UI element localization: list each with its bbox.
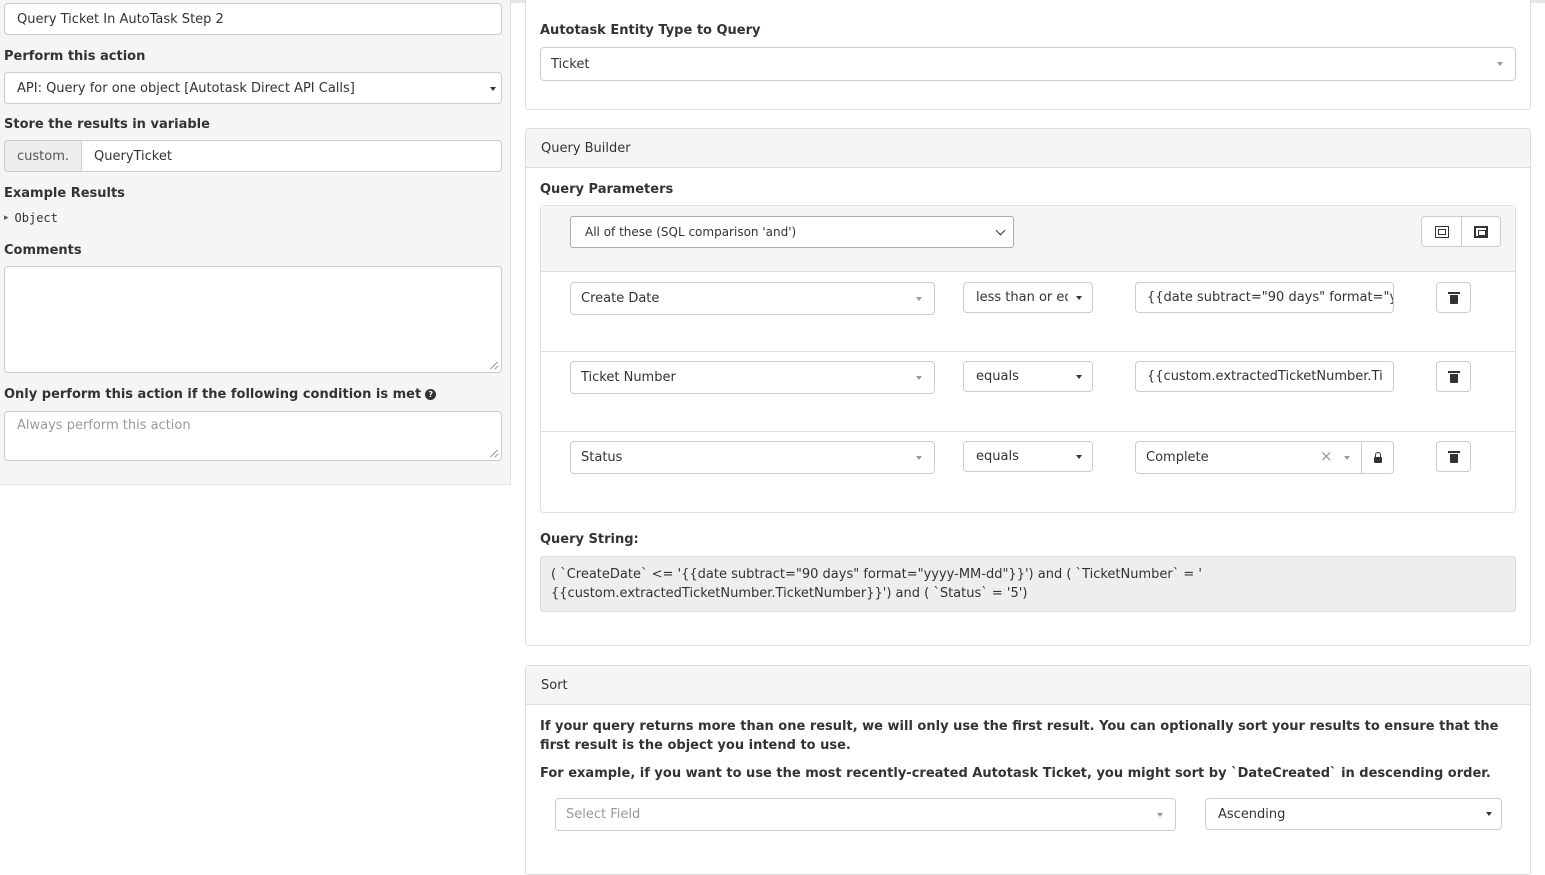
comments-label: Comments <box>4 243 82 258</box>
delete-rule-button[interactable] <box>1436 361 1471 392</box>
delete-rule-button[interactable] <box>1436 282 1471 313</box>
query-string-display: ( `CreateDate` <= '{{date subtract="90 d… <box>540 556 1516 612</box>
rule-field-select[interactable]: Create Date <box>570 282 935 315</box>
caret-down-icon <box>916 376 922 380</box>
collapse-icon <box>1434 225 1449 238</box>
resize-handle-icon[interactable] <box>490 361 498 369</box>
entity-type-value: Ticket <box>551 56 590 72</box>
rule-field-value: Ticket Number <box>581 370 676 385</box>
perform-action-value: API: Query for one object [Autotask Dire… <box>17 80 355 96</box>
lock-icon <box>1373 451 1382 463</box>
example-results-object: Object <box>14 211 58 225</box>
query-string-line: {{custom.extractedTicketNumber.TicketNum… <box>551 586 1028 601</box>
condition-label: Only perform this action if the followin… <box>4 387 422 402</box>
trash-icon <box>1447 370 1460 383</box>
lock-value-button[interactable] <box>1361 441 1394 474</box>
resize-handle-icon[interactable] <box>490 449 498 457</box>
variable-name-value: QueryTicket <box>94 148 172 164</box>
caret-down-icon <box>1344 456 1350 460</box>
rule-field-value: Status <box>581 450 623 465</box>
variable-prefix: custom. <box>4 140 82 172</box>
rule-value: {{date subtract="90 days" format="y <box>1147 290 1394 305</box>
caret-down-icon <box>916 297 922 301</box>
store-results-label: Store the results in variable <box>4 117 210 132</box>
caret-down-icon <box>1076 455 1082 459</box>
group-condition-value: All of these (SQL comparison 'and') <box>585 225 797 239</box>
expand-button[interactable] <box>1461 216 1501 247</box>
query-builder-title: Query Builder <box>541 140 631 156</box>
rule-value-input[interactable]: {{date subtract="90 days" format="y <box>1135 282 1394 313</box>
rule-operator-value: equals <box>976 369 1019 384</box>
clear-icon[interactable]: × <box>1320 447 1333 465</box>
delete-rule-button[interactable] <box>1436 441 1471 472</box>
query-string-line: ( `CreateDate` <= '{{date subtract="90 d… <box>551 567 1202 582</box>
query-builder-header: Query Builder <box>526 129 1530 168</box>
row-divider <box>540 431 1516 432</box>
expand-icon <box>1474 225 1488 238</box>
entity-type-label: Autotask Entity Type to Query <box>540 23 761 38</box>
sort-title: Sort <box>541 677 568 693</box>
trash-icon <box>1447 450 1460 463</box>
rule-value-select[interactable]: Complete × <box>1135 441 1362 474</box>
caret-down-icon <box>1076 296 1082 300</box>
collapse-button[interactable] <box>1421 216 1462 247</box>
rule-operator-select[interactable]: less than or eq <box>963 282 1093 313</box>
perform-action-select[interactable]: API: Query for one object [Autotask Dire… <box>4 72 502 104</box>
expand-triangle-icon: ▸ <box>4 213 9 223</box>
rule-operator-value: less than or eq <box>976 290 1068 305</box>
example-results-tree[interactable]: ▸ Object <box>4 211 58 225</box>
sort-help-text: If your query returns more than one resu… <box>540 719 1499 753</box>
caret-down-icon <box>1157 813 1163 817</box>
condition-placeholder: Always perform this action <box>17 418 191 433</box>
step-name-input[interactable]: Query Ticket In AutoTask Step 2 <box>4 3 502 35</box>
example-results-label: Example Results <box>4 186 125 201</box>
caret-down-icon <box>1486 812 1492 816</box>
rule-value: {{custom.extractedTicketNumber.Ti <box>1147 369 1383 384</box>
question-circle-icon[interactable]: ? <box>425 389 437 400</box>
sort-header: Sort <box>526 666 1530 705</box>
rule-operator-value: equals <box>976 449 1019 464</box>
caret-down-icon <box>1497 62 1503 66</box>
trash-icon <box>1447 291 1460 304</box>
caret-down-icon <box>1076 375 1082 379</box>
rule-operator-select[interactable]: equals <box>963 361 1093 392</box>
condition-textarea[interactable]: Always perform this action <box>4 411 502 461</box>
sort-example-text: For example, if you want to use the most… <box>540 766 1491 781</box>
rule-field-value: Create Date <box>581 291 660 306</box>
comments-textarea[interactable] <box>4 266 502 373</box>
sort-direction-select[interactable]: Ascending <box>1205 798 1502 830</box>
rule-field-select[interactable]: Ticket Number <box>570 361 935 394</box>
step-name-value: Query Ticket In AutoTask Step 2 <box>17 11 224 27</box>
rule-field-select[interactable]: Status <box>570 441 935 474</box>
sort-field-placeholder: Select Field <box>566 807 641 822</box>
rule-value: Complete <box>1146 450 1209 465</box>
rule-operator-select[interactable]: equals <box>963 441 1093 472</box>
condition-label-row: Only perform this action if the followin… <box>4 387 437 402</box>
caret-down-icon <box>916 456 922 460</box>
query-string-label: Query String: <box>540 532 639 547</box>
row-divider <box>540 351 1516 352</box>
query-parameters-label: Query Parameters <box>540 182 674 197</box>
perform-action-label: Perform this action <box>4 49 146 64</box>
sort-direction-value: Ascending <box>1218 806 1286 822</box>
entity-type-select[interactable]: Ticket <box>540 47 1516 81</box>
chevron-down-icon <box>995 225 1006 236</box>
variable-name-input[interactable]: QueryTicket <box>81 140 502 172</box>
sort-field-select[interactable]: Select Field <box>555 798 1176 831</box>
group-condition-select[interactable]: All of these (SQL comparison 'and') <box>570 216 1014 248</box>
rule-value-input[interactable]: {{custom.extractedTicketNumber.Ti <box>1135 361 1394 392</box>
caret-down-icon <box>490 87 496 91</box>
